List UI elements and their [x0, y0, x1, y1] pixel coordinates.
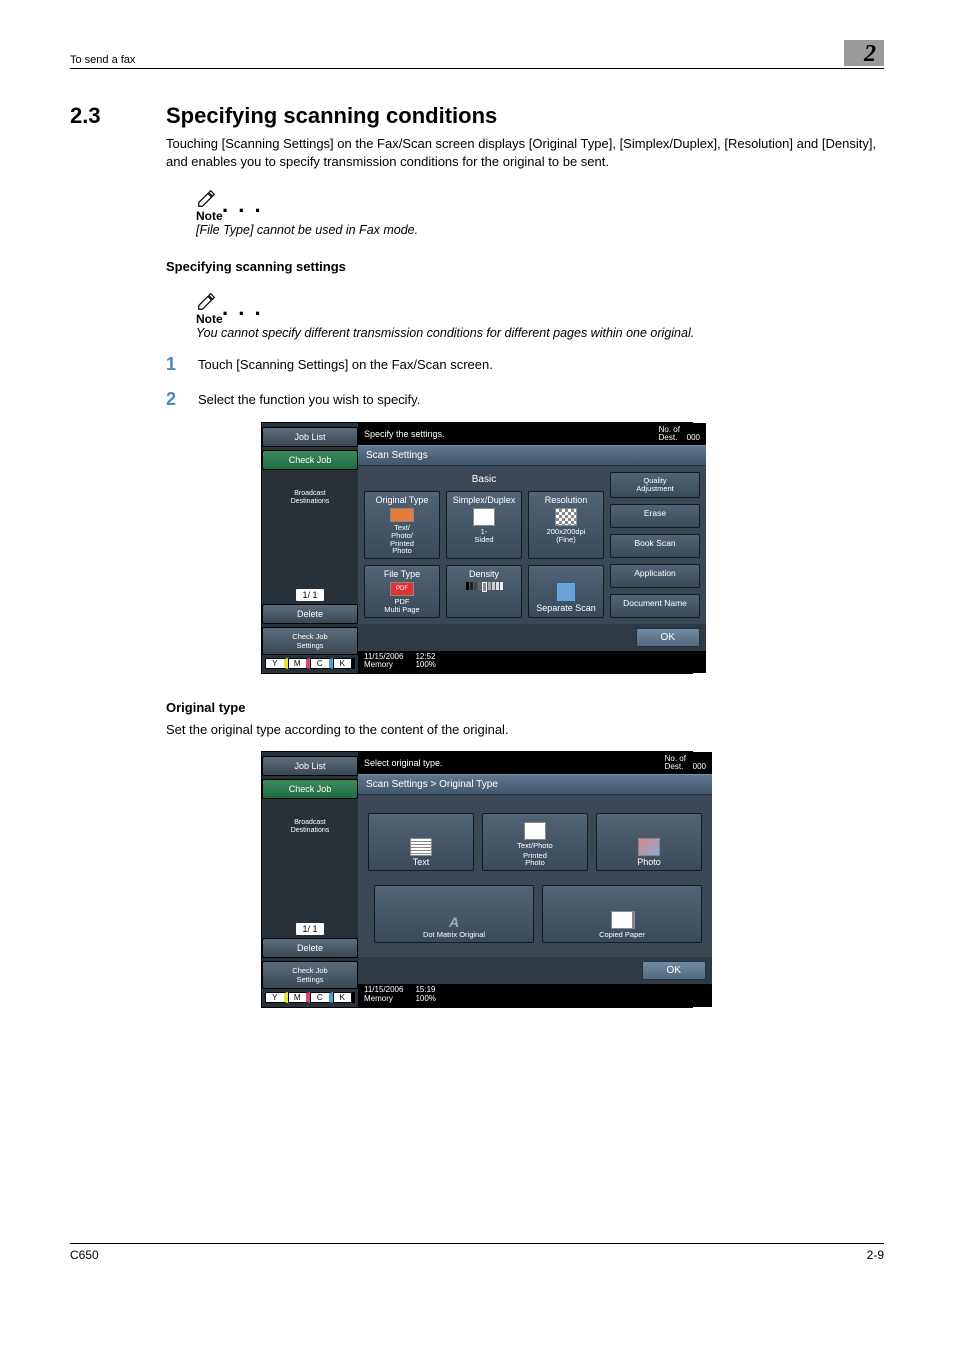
text-icon — [410, 838, 432, 856]
section-number: 2.3 — [70, 103, 166, 129]
dot-matrix-icon: A — [449, 915, 459, 930]
prompt-text: Select original type. — [364, 758, 443, 768]
density-scale-icon — [466, 582, 503, 592]
delete-button[interactable]: Delete — [262, 604, 358, 624]
screenshot-scan-settings: Job List Check Job Broadcast Destination… — [261, 422, 693, 674]
prompt-text: Specify the settings. — [364, 429, 445, 439]
breadcrumb: Scan Settings — [358, 445, 706, 466]
status-bar: 11/15/2006Memory 15:19100% — [358, 984, 712, 1007]
check-job-button[interactable]: Check Job — [262, 450, 358, 470]
toner-levels: YMCK — [265, 658, 355, 669]
pager: 1/ 1 — [296, 923, 323, 935]
text-photo-icon — [524, 822, 546, 840]
copied-paper-button[interactable]: Copied Paper — [542, 885, 702, 943]
job-list-tab[interactable]: Job List — [262, 427, 358, 447]
breadcrumb: Scan Settings > Original Type — [358, 774, 712, 795]
broadcast-label: Broadcast Destinations — [291, 490, 330, 505]
ok-button[interactable]: OK — [642, 961, 706, 980]
note-2-body: You cannot specify different transmissio… — [196, 326, 884, 340]
density-button[interactable]: Density — [446, 565, 522, 617]
section-title: Specifying scanning conditions — [166, 103, 497, 129]
dest-count: No. of Dest. 000 — [665, 755, 706, 771]
original-type-body: Set the original type according to the c… — [166, 721, 884, 739]
note-1: . . . Note [File Type] cannot be used in… — [196, 187, 884, 237]
photo-icon — [638, 838, 660, 856]
separate-scan-icon — [556, 582, 576, 602]
check-job-settings-button[interactable]: Check Job Settings — [262, 961, 358, 989]
screenshot-original-type: Job List Check Job Broadcast Destination… — [261, 751, 693, 1008]
book-scan-button[interactable]: Book Scan — [610, 534, 700, 558]
step-1-num: 1 — [166, 354, 198, 375]
simplex-duplex-button[interactable]: Simplex/Duplex 1- Sided — [446, 491, 522, 559]
resolution-button[interactable]: Resolution 200x200dpi (Fine) — [528, 491, 604, 559]
dot-matrix-button[interactable]: A Dot Matrix Original — [374, 885, 534, 943]
step-1-text: Touch [Scanning Settings] on the Fax/Sca… — [198, 354, 493, 375]
erase-button[interactable]: Erase — [610, 504, 700, 528]
subhead-specifying: Specifying scanning settings — [166, 259, 884, 274]
ellipsis-icon: . . . — [222, 201, 263, 210]
page-header: To send a fax 2 — [70, 40, 884, 69]
note-1-body: [File Type] cannot be used in Fax mode. — [196, 223, 884, 237]
delete-button[interactable]: Delete — [262, 938, 358, 958]
note-2: . . . Note You cannot specify different … — [196, 290, 884, 340]
broadcast-label: Broadcast Destinations — [291, 819, 330, 834]
dest-count: No. of Dest. 000 — [659, 426, 700, 442]
application-button[interactable]: Application — [610, 564, 700, 588]
section-intro: Touching [Scanning Settings] on the Fax/… — [166, 135, 884, 171]
toner-levels: YMCK — [265, 992, 355, 1003]
note-icon — [196, 187, 218, 209]
original-type-button[interactable]: Original Type Text/ Photo/ Printed Photo — [364, 491, 440, 559]
footer-left: C650 — [70, 1248, 99, 1262]
file-type-button[interactable]: File Type PDF PDF Multi Page — [364, 565, 440, 617]
step-1: 1 Touch [Scanning Settings] on the Fax/S… — [166, 354, 884, 375]
pdf-icon: PDF — [390, 582, 414, 596]
quality-adjustment-button[interactable]: Quality Adjustment — [610, 472, 700, 498]
copied-paper-icon — [611, 911, 633, 929]
subhead-original-type: Original type — [166, 700, 884, 715]
resolution-icon — [555, 508, 577, 526]
page-footer: C650 2-9 — [70, 1243, 884, 1262]
text-photo-button[interactable]: Text/Photo Printed Photo — [482, 813, 588, 871]
check-job-settings-button[interactable]: Check Job Settings — [262, 627, 358, 655]
step-2-num: 2 — [166, 389, 198, 410]
basic-label: Basic — [364, 472, 604, 491]
footer-right: 2-9 — [867, 1248, 884, 1262]
chapter-number: 2 — [844, 40, 884, 66]
header-left: To send a fax — [70, 54, 135, 66]
check-job-button[interactable]: Check Job — [262, 779, 358, 799]
document-name-button[interactable]: Document Name — [610, 594, 700, 618]
ok-button[interactable]: OK — [636, 628, 700, 647]
note-2-head: Note — [196, 312, 884, 326]
note-icon — [196, 290, 218, 312]
step-2: 2 Select the function you wish to specif… — [166, 389, 884, 410]
text-button[interactable]: Text — [368, 813, 474, 871]
pager: 1/ 1 — [296, 589, 323, 601]
page-icon — [473, 508, 495, 526]
separate-scan-button[interactable]: Separate Scan — [528, 565, 604, 617]
original-type-icon — [390, 508, 414, 522]
photo-button[interactable]: Photo — [596, 813, 702, 871]
status-bar: 11/15/2006Memory 12:52100% — [358, 651, 706, 674]
ellipsis-icon: . . . — [222, 304, 263, 313]
note-1-head: Note — [196, 209, 884, 223]
step-2-text: Select the function you wish to specify. — [198, 389, 420, 410]
job-list-tab[interactable]: Job List — [262, 756, 358, 776]
